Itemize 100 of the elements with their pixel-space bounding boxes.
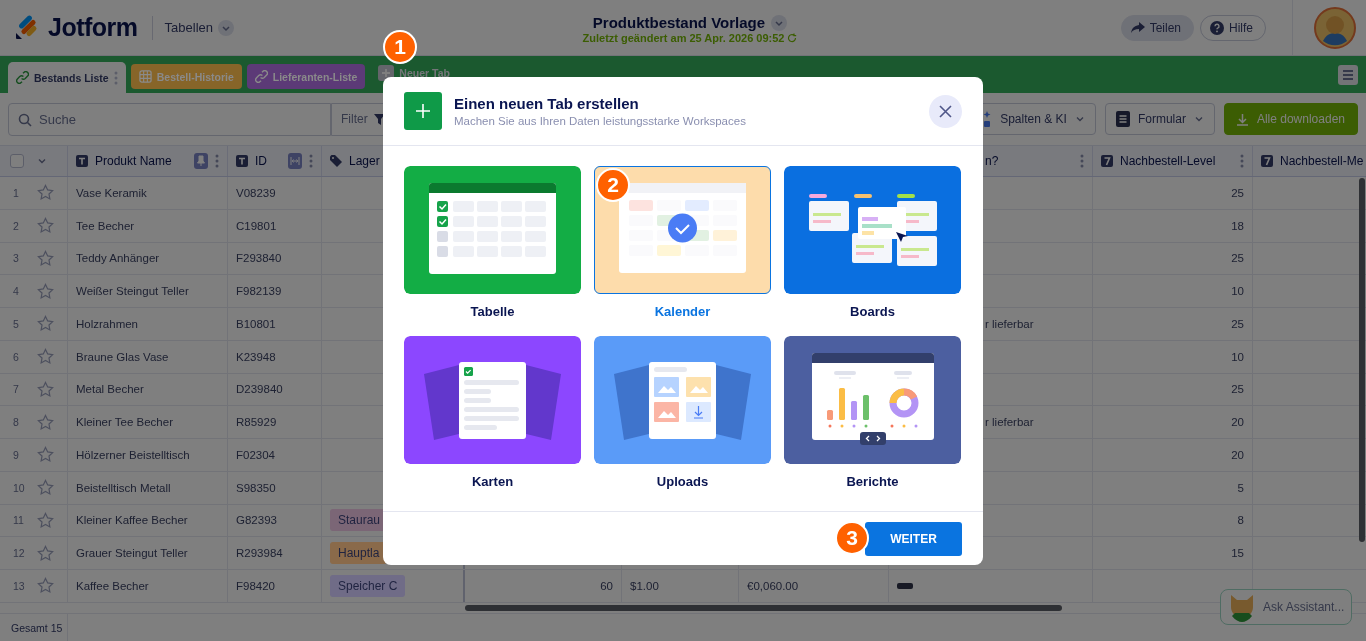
close-button[interactable] xyxy=(929,94,962,128)
tag: Speicher C xyxy=(330,574,406,597)
chevron-down-icon xyxy=(1074,114,1085,124)
star-icon[interactable] xyxy=(37,479,54,497)
table-cell: 10 xyxy=(1093,340,1253,373)
row-number: 11 xyxy=(13,514,23,527)
row-number: 13 xyxy=(13,579,23,592)
table-cell: 20 xyxy=(1093,406,1253,438)
table-cell: Teddy Anhänger xyxy=(68,242,228,275)
more-icon xyxy=(113,70,118,85)
table-cell: €0,060.00 xyxy=(739,570,889,602)
vertical-scrollbar[interactable] xyxy=(1359,178,1365,542)
product-menu[interactable]: Tabellen xyxy=(164,19,234,36)
chevron-down-icon xyxy=(771,14,788,31)
table-cell: 60 xyxy=(465,570,622,602)
more-icon xyxy=(215,154,219,168)
last-modified-text: Zuletzt geändert am 25 Apr. 2026 09:52 xyxy=(582,32,785,44)
table-cell: F02304 xyxy=(228,439,322,471)
table-cell: R293984 xyxy=(228,537,322,569)
table-cell: 25 xyxy=(1093,242,1253,275)
star-icon[interactable] xyxy=(37,282,54,300)
tab-type-option[interactable]: Karten xyxy=(404,336,581,506)
row-number: 12 xyxy=(13,547,23,560)
star-icon[interactable] xyxy=(37,544,54,562)
grid-icon xyxy=(138,70,152,83)
horizontal-scrollbar[interactable] xyxy=(465,604,1062,611)
help-button[interactable]: Hilfe xyxy=(1200,14,1266,41)
row-number: 5 xyxy=(13,317,20,330)
row-number: 4 xyxy=(13,285,20,298)
column-header: Nachbestell-Me xyxy=(1280,154,1365,168)
text-type-icon xyxy=(76,155,88,167)
total-count: Gesamt 15 xyxy=(0,614,68,641)
star-icon[interactable] xyxy=(37,413,54,431)
form-button[interactable]: Formular xyxy=(1104,103,1215,135)
star-icon[interactable] xyxy=(37,249,54,267)
table-cell: Tee Becher xyxy=(68,209,228,242)
more-icon xyxy=(309,154,313,168)
logo-text: Jotform xyxy=(48,13,138,42)
menu-icon[interactable] xyxy=(1338,64,1358,85)
avatar[interactable] xyxy=(1314,6,1356,49)
assistant-button[interactable]: Ask Assistant... xyxy=(1220,589,1352,625)
tab[interactable]: Lieferanten-Liste xyxy=(246,64,366,89)
star-icon[interactable] xyxy=(37,315,54,333)
table-cell: C19801 xyxy=(228,209,322,242)
dialog-title: Einen neuen Tab erstellen xyxy=(454,95,640,112)
table-cell: R85929 xyxy=(228,406,322,438)
table-cell: 5 xyxy=(1093,471,1253,504)
table-cell: 20 xyxy=(1093,439,1253,471)
star-icon[interactable] xyxy=(37,577,54,595)
table-cell: r lieferbar xyxy=(985,416,1034,429)
column-width-icon[interactable] xyxy=(288,153,302,169)
table-cell: 8 xyxy=(1093,504,1253,537)
tab-type-option[interactable]: Uploads xyxy=(594,336,771,506)
tab-type-option[interactable]: Tabelle xyxy=(404,166,581,336)
table-cell: D239840 xyxy=(228,373,322,406)
download-icon xyxy=(1235,112,1249,126)
number-type-icon xyxy=(1101,155,1113,167)
tab-type-option[interactable]: Berichte xyxy=(784,336,961,506)
star-icon[interactable] xyxy=(37,446,54,464)
table-cell: Braune Glas Vase xyxy=(68,340,228,373)
table-cell: Grauer Steingut Teller xyxy=(68,537,228,569)
more-icon xyxy=(1240,154,1244,168)
table-cell: Beistelltisch Metall xyxy=(68,471,228,504)
continue-button[interactable]: WEITER xyxy=(865,522,962,556)
filter-icon xyxy=(373,113,385,125)
star-icon[interactable] xyxy=(37,348,54,366)
star-icon[interactable] xyxy=(37,380,54,398)
text-type-icon xyxy=(236,155,248,167)
search-field[interactable]: Suche xyxy=(8,102,331,136)
refresh-icon xyxy=(787,33,798,43)
link-icon xyxy=(16,71,29,84)
table-cell: 15 xyxy=(1093,537,1253,569)
column-header: Produkt Name xyxy=(95,154,173,168)
column-header: ID xyxy=(255,154,268,168)
table-cell: V08239 xyxy=(228,177,322,209)
search-icon xyxy=(18,112,32,127)
table-cell: 25 xyxy=(1093,308,1253,340)
checkbox[interactable] xyxy=(10,154,24,168)
row-number: 3 xyxy=(13,252,20,265)
chevron-down-icon xyxy=(218,19,234,36)
number-type-icon xyxy=(1261,155,1273,167)
row-number: 9 xyxy=(13,448,20,461)
table-cell: r lieferbar xyxy=(985,317,1034,330)
table-cell: $1.00 xyxy=(622,570,739,602)
share-button[interactable]: Teilen xyxy=(1120,14,1194,41)
table-cell: G82393 xyxy=(228,504,322,537)
table-cell: Kleiner Tee Becher xyxy=(68,406,228,438)
row-number: 6 xyxy=(13,350,20,363)
tab[interactable]: Bestands Liste xyxy=(8,62,126,93)
star-icon[interactable] xyxy=(37,511,54,529)
table-cell: F98420 xyxy=(228,570,322,602)
table-cell: F293840 xyxy=(228,242,322,275)
table-cell: Holzrahmen xyxy=(68,308,228,340)
pin-icon[interactable] xyxy=(194,153,208,169)
star-icon[interactable] xyxy=(37,217,54,235)
chevron-down-icon xyxy=(1193,114,1204,124)
tag-icon xyxy=(330,155,342,167)
column-header: n? xyxy=(985,154,1000,168)
tab-type-option[interactable]: Boards xyxy=(784,166,961,336)
star-icon[interactable] xyxy=(37,184,54,202)
